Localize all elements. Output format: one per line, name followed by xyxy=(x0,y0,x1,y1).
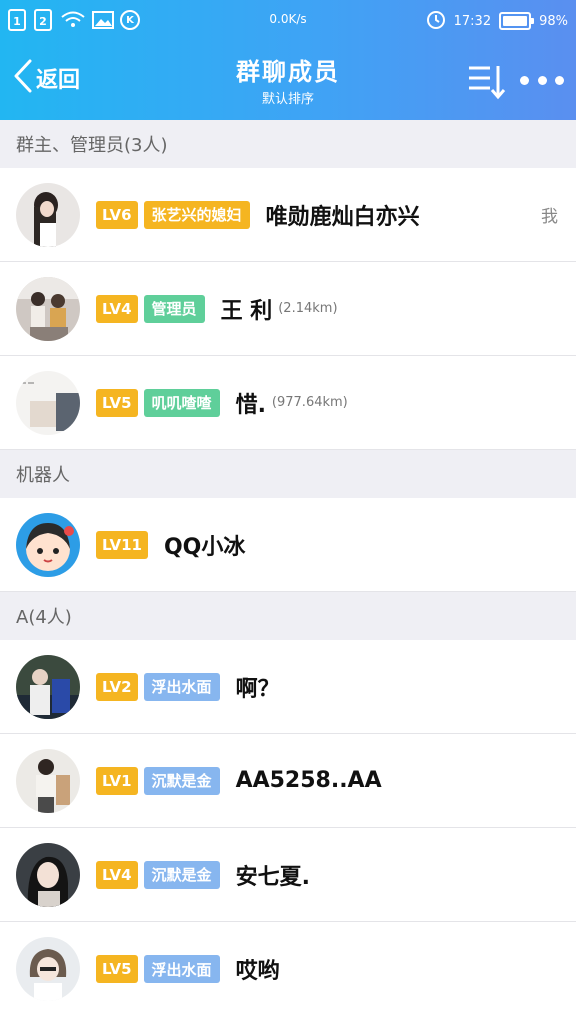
sim2-label: 2 xyxy=(39,15,47,28)
k-label: K xyxy=(126,14,134,26)
back-button[interactable]: 返回 xyxy=(12,58,80,98)
member-distance: (2.14km) xyxy=(278,301,338,316)
member-name: AA5258..AA xyxy=(235,768,382,793)
avatar[interactable] xyxy=(16,276,80,341)
member-name: 啊？ xyxy=(235,676,280,702)
member-name: QQ小冰 xyxy=(163,534,246,560)
member-row[interactable]: LV4 沉默是金 安七夏. xyxy=(0,828,576,922)
top-bar: 1 2 K 0.0K/s 17:32 98% 返回 群聊成员 默认排序 xyxy=(0,0,576,120)
level-badge: LV4 xyxy=(96,860,138,889)
level-badge: LV5 xyxy=(96,388,138,417)
avatar[interactable] xyxy=(16,654,80,719)
page-title: 群聊成员 xyxy=(236,58,340,86)
level-badge: LV1 xyxy=(96,766,138,795)
member-row[interactable]: LV5 叽叽喳喳 惜. (977.64km) xyxy=(0,356,576,450)
level-badge: LV11 xyxy=(96,530,148,559)
member-row[interactable]: LV11 QQ小冰 xyxy=(0,498,576,592)
level-badge: LV6 xyxy=(96,200,138,229)
title-badge: 张艺兴的媳妇 xyxy=(143,200,250,229)
more-icon-dot xyxy=(555,75,564,85)
sim1-label: 1 xyxy=(13,15,21,28)
k-icon: K xyxy=(120,10,140,30)
battery-level xyxy=(503,16,527,26)
clock-time: 17:32 xyxy=(453,13,492,29)
avatar[interactable] xyxy=(16,842,80,907)
member-name: 惜. xyxy=(235,392,266,418)
title-badge: 叽叽喳喳 xyxy=(143,388,220,417)
sim2-icon: 2 xyxy=(34,9,52,31)
sim1-icon: 1 xyxy=(8,9,26,31)
wifi-icon xyxy=(60,10,86,30)
battery-percent: 98% xyxy=(539,13,568,29)
title-badge: 浮出水面 xyxy=(143,955,220,983)
title-badge: 沉默是金 xyxy=(143,860,220,889)
level-badge: LV5 xyxy=(96,955,138,983)
sort-button[interactable] xyxy=(466,62,506,102)
member-row[interactable]: LV5 浮出水面 哎哟 xyxy=(0,922,576,1016)
network-speed: 0.0K/s xyxy=(269,12,307,26)
member-name: 哎哟 xyxy=(235,959,280,984)
member-name: 王 利 xyxy=(220,298,273,324)
title-badge: 沉默是金 xyxy=(143,766,220,795)
level-badge: LV2 xyxy=(96,672,138,701)
section-header-robots: 机器人 xyxy=(0,450,576,498)
member-list: 群主、管理员(3人) LV6 张艺兴的媳妇 唯勋鹿灿白亦兴 我 LV4 管理员 … xyxy=(0,120,576,1016)
nav-bar: 返回 群聊成员 默认排序 xyxy=(0,40,576,120)
member-row[interactable]: LV4 管理员 王 利 (2.14km) xyxy=(0,262,576,356)
member-row[interactable]: LV2 浮出水面 啊？ xyxy=(0,640,576,734)
status-bar: 1 2 K 0.0K/s 17:32 98% xyxy=(0,0,576,40)
title-badge: 浮出水面 xyxy=(143,672,220,701)
avatar[interactable] xyxy=(16,512,80,577)
member-row[interactable]: LV1 沉默是金 AA5258..AA xyxy=(0,734,576,828)
image-icon xyxy=(92,11,114,29)
alarm-icon xyxy=(426,9,446,33)
level-badge: LV4 xyxy=(96,294,138,323)
avatar[interactable] xyxy=(16,182,80,247)
back-label: 返回 xyxy=(36,68,81,93)
sort-order-subtitle[interactable]: 默认排序 xyxy=(188,88,388,107)
sort-icon xyxy=(466,66,506,106)
avatar[interactable] xyxy=(16,748,80,813)
avatar[interactable] xyxy=(16,370,80,435)
member-name: 唯勋鹿灿白亦兴 xyxy=(265,204,420,230)
more-icon xyxy=(520,75,529,85)
section-header-admins: 群主、管理员(3人) xyxy=(0,120,576,168)
title-badge: 管理员 xyxy=(143,294,205,323)
section-header-a: A(4人) xyxy=(0,592,576,640)
member-distance: (977.64km) xyxy=(271,395,348,410)
back-chevron-icon xyxy=(12,58,34,98)
more-button[interactable] xyxy=(520,70,564,90)
member-name: 安七夏. xyxy=(235,864,310,890)
battery-icon xyxy=(499,12,535,30)
more-icon-dot xyxy=(537,75,547,85)
avatar[interactable] xyxy=(16,937,80,1001)
self-tag: 我 xyxy=(541,207,558,227)
member-row[interactable]: LV6 张艺兴的媳妇 唯勋鹿灿白亦兴 我 xyxy=(0,168,576,262)
